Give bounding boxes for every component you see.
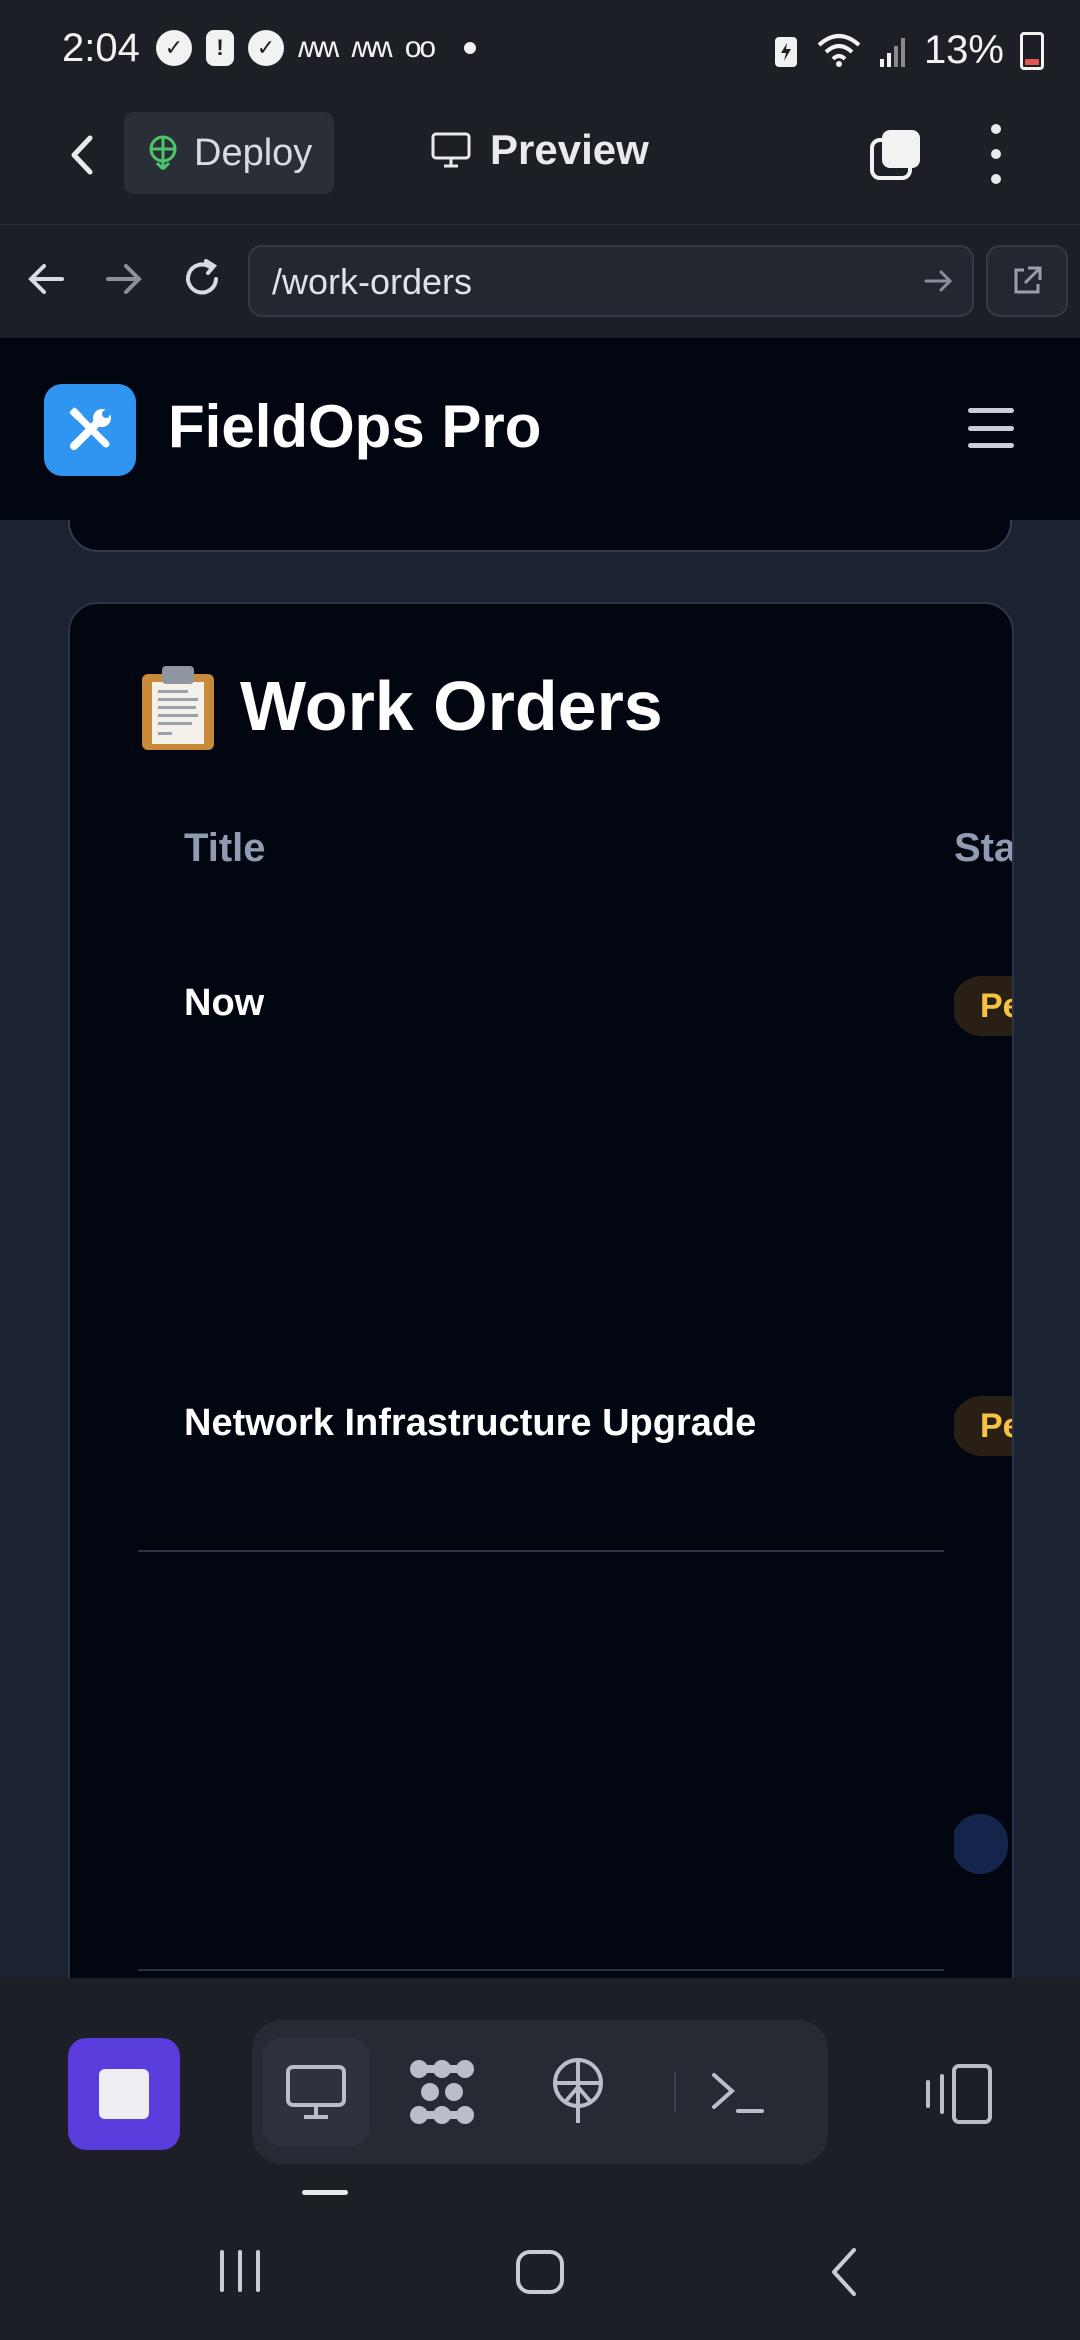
external-link-icon (1014, 266, 1042, 294)
deploy-icon (149, 135, 177, 171)
alert-icon: ! (206, 30, 234, 66)
tab-divider (674, 2072, 676, 2112)
browser-bar: /work-orders (0, 224, 1080, 340)
row-title: Now (184, 982, 265, 1024)
work-orders-card: Work Orders Title Sta Now Pe Network Inf… (68, 602, 1014, 1978)
terminal-tab[interactable] (684, 2038, 792, 2146)
column-header-status[interactable]: Sta (954, 796, 1012, 900)
battery-saver-icon (774, 36, 797, 67)
monitor-tab[interactable] (262, 2038, 370, 2146)
browser-back-icon[interactable] (22, 255, 70, 303)
deploy-icon (553, 2058, 603, 2123)
recent-apps-icon[interactable] (210, 2246, 270, 2296)
battery-percent: 13% (923, 28, 1004, 72)
status-badge-clip: Pe (954, 976, 1012, 1036)
row-divider (138, 1550, 944, 1552)
stop-icon (99, 2069, 149, 2119)
deploy-button[interactable]: Deploy (124, 112, 334, 194)
notification-icons: ✓ ! ✓ ʍʍ ʍʍ oo (156, 30, 477, 66)
brand-title[interactable]: FieldOps Pro (168, 392, 541, 461)
view-switcher (252, 2020, 828, 2164)
voicemail-icon: oo (404, 31, 436, 64)
status-badge: Pe (954, 1396, 1012, 1456)
cluster-icon (410, 2060, 474, 2124)
bottom-app-bar (0, 1978, 1080, 2202)
signal-icon (879, 37, 905, 67)
page-title: Work Orders (240, 667, 663, 745)
wave-icon: ʍʍ (298, 31, 339, 64)
clipboard-icon (142, 666, 214, 750)
cluster-tab[interactable] (388, 2038, 496, 2146)
home-icon[interactable] (512, 2246, 568, 2298)
back-icon[interactable] (58, 130, 108, 180)
system-icons: 13% (772, 28, 1044, 73)
more-menu-icon[interactable] (990, 124, 1002, 184)
deploy-label: Deploy (194, 131, 313, 174)
browser-forward-icon[interactable] (100, 255, 148, 303)
messenger-icon: ✓ (248, 30, 284, 66)
status-bar: 2:04 ✓ ! ✓ ʍʍ ʍʍ oo 13% (0, 0, 1080, 104)
status-time: 2:04 (62, 26, 140, 70)
stop-button[interactable] (68, 2038, 180, 2150)
status-badge-clip: Pe (954, 1396, 1012, 1456)
go-arrow-icon[interactable] (918, 261, 958, 301)
active-tab-indicator (302, 2190, 348, 2195)
deploy-tab[interactable] (524, 2038, 632, 2146)
battery-icon (1020, 31, 1044, 70)
tabs-icon[interactable] (868, 126, 924, 182)
status-badge-clip (954, 1814, 1012, 1874)
terminal-icon (712, 2073, 764, 2113)
devices-icon[interactable] (920, 2062, 994, 2126)
preview-label: Preview (490, 126, 649, 173)
row-divider (138, 1969, 944, 1971)
wifi-icon (817, 33, 861, 67)
monitor-icon (431, 132, 471, 168)
reload-icon[interactable] (178, 255, 226, 303)
system-back-icon[interactable] (822, 2244, 866, 2300)
url-text: /work-orders (272, 261, 473, 302)
page-content: Work Orders Title Sta Now Pe Network Inf… (0, 520, 1080, 1978)
open-external-button[interactable] (986, 245, 1068, 317)
hamburger-menu-icon[interactable] (968, 408, 1014, 448)
tools-icon[interactable] (44, 384, 136, 476)
url-input[interactable]: /work-orders (248, 245, 974, 317)
row-title: Network Infrastructure Upgrade (184, 1402, 757, 1444)
previous-card (68, 520, 1012, 552)
monitor-icon (286, 2065, 346, 2119)
system-navigation-bar (0, 2202, 1080, 2340)
messenger-icon: ✓ (156, 30, 192, 66)
column-header-title[interactable]: Title (184, 796, 266, 900)
dot-icon (464, 42, 477, 54)
wave-icon: ʍʍ (351, 31, 392, 64)
preview-tab[interactable]: Preview (430, 126, 649, 174)
status-badge: Pe (954, 976, 1012, 1036)
card-header: Work Orders (142, 666, 663, 750)
app-toolbar: Deploy Preview (0, 104, 1080, 224)
site-header: FieldOps Pro (0, 338, 1080, 522)
status-badge (954, 1814, 1008, 1874)
